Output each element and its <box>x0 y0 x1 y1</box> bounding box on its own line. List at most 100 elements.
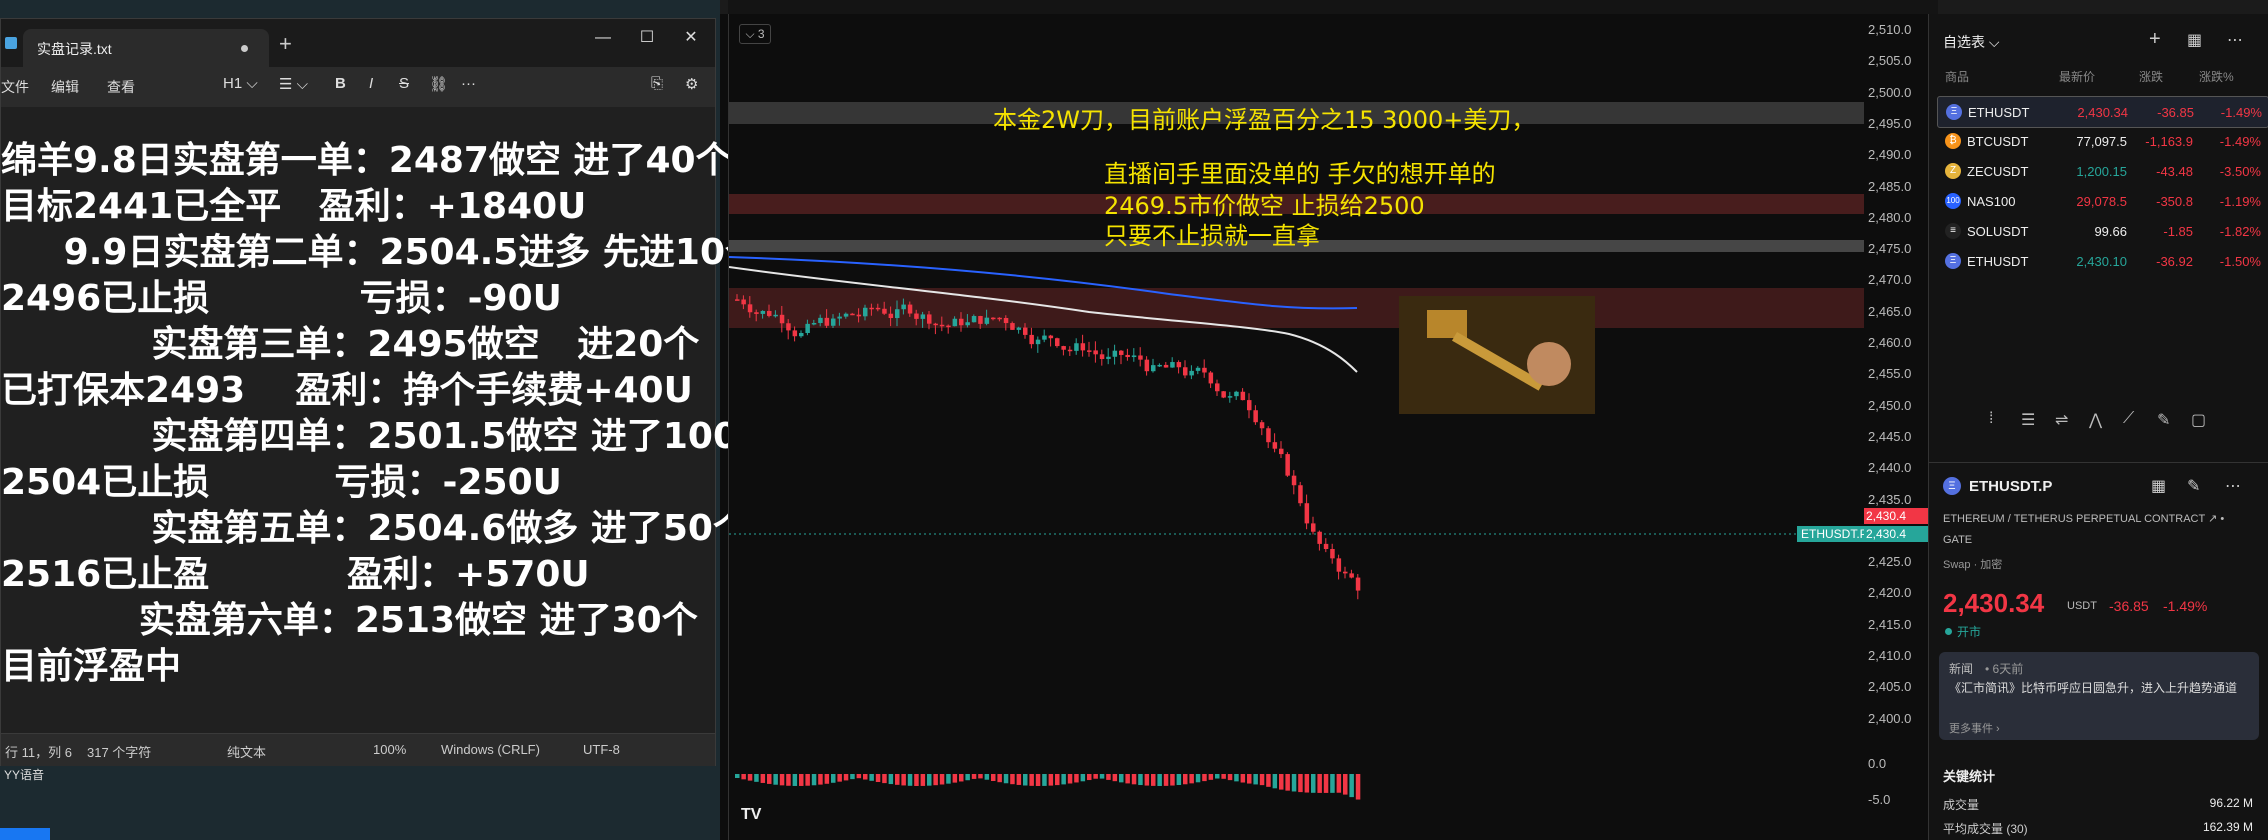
more-button[interactable]: ··· <box>461 75 476 92</box>
yy-voice-label[interactable]: YY语音 <box>4 766 44 783</box>
eth-icon: Ξ <box>1943 477 1961 495</box>
candle-body <box>1317 531 1322 544</box>
candle-body <box>1304 503 1310 524</box>
candle-body <box>754 312 759 314</box>
candle-body <box>760 310 766 314</box>
trendline-icon[interactable]: ⟋ <box>2123 410 2134 428</box>
candle-body <box>939 324 945 327</box>
more-options-icon[interactable]: ⋯ <box>2227 30 2243 50</box>
candle-body <box>1016 327 1022 330</box>
col-chg[interactable]: 涨跌 <box>2139 68 2163 85</box>
macd-bar <box>1279 774 1284 790</box>
candle-body <box>1080 343 1086 351</box>
share-icon[interactable]: ⎘ <box>651 75 663 92</box>
edit-icon[interactable]: ✎ <box>2187 476 2200 496</box>
candle-body <box>959 318 964 326</box>
candlestick-series <box>735 294 1361 600</box>
macd-bar <box>1227 774 1233 781</box>
fib-tool-icon[interactable]: ☰ <box>2021 410 2035 430</box>
new-tab-button[interactable]: + <box>279 31 292 57</box>
macd-bar <box>901 774 906 786</box>
strikethrough-button[interactable]: S <box>399 75 409 92</box>
minimize-button[interactable]: — <box>583 25 623 51</box>
candle-body <box>786 323 791 331</box>
row-chg: -43.48 <box>2156 164 2193 179</box>
row-pct: -1.50% <box>2219 254 2261 269</box>
maximize-button[interactable]: ☐ <box>627 25 667 51</box>
menu-edit[interactable]: 编辑 <box>51 77 79 97</box>
heading-dropdown[interactable]: H1 ⌵ <box>223 75 258 92</box>
watchlist-row[interactable]: 100 NAS100 29,078.5 -350.8 -1.19% <box>1937 186 2267 216</box>
macd-bar <box>1247 774 1252 784</box>
menu-view[interactable]: 查看 <box>107 77 135 97</box>
price-axis[interactable]: 2,510.0 2,505.0 2,500.0 2,495.0 2,490.0 2,485… <box>1864 14 1928 840</box>
interval-button[interactable]: ⌵ 3 <box>739 24 771 44</box>
macd-bar <box>831 774 836 783</box>
add-symbol-icon[interactable]: + <box>2149 28 2161 51</box>
candle-body <box>799 332 804 337</box>
pitchfork-icon[interactable]: ⇌ <box>2055 410 2068 430</box>
macd-bar <box>1029 774 1034 786</box>
brush-icon[interactable]: ✎ <box>2157 410 2170 430</box>
macd-bar <box>914 774 919 786</box>
candle-body <box>1227 396 1233 398</box>
news-card[interactable]: 新闻 • 6天前 《汇市简讯》比特币呼应日圆急升，进入上升趋势通道 更多事件 › <box>1939 652 2259 740</box>
tradingview-logo[interactable]: TV <box>741 806 761 824</box>
candle-body <box>1189 370 1194 376</box>
more-icon[interactable]: ⋯ <box>2225 476 2241 496</box>
watchlist-layout-icon[interactable]: ▦ <box>2187 30 2202 50</box>
zec-icon: Z <box>1945 163 1961 179</box>
detail-exchange[interactable]: GATE <box>1943 534 1972 546</box>
close-button[interactable]: ✕ <box>671 25 711 51</box>
watchlist-row[interactable]: Ξ ETHUSDT 2,430.34 -36.85 -1.49% <box>1937 96 2268 128</box>
drag-handle-icon[interactable]: ⁞ <box>1989 410 1993 428</box>
rectangle-icon[interactable]: ▢ <box>2191 410 2206 430</box>
candle-body <box>1023 327 1028 335</box>
eth-icon: Ξ <box>1945 253 1961 269</box>
watchlist-row[interactable]: ≡ SOLUSDT 99.66 -1.85 -1.82% <box>1937 216 2267 246</box>
watchlist-row[interactable]: Ξ ETHUSDT 2,430.10 -36.92 -1.50% <box>1937 246 2267 276</box>
macd-bar <box>939 774 945 785</box>
col-symbol[interactable]: 商品 <box>1945 68 1969 85</box>
notepad-text-area[interactable]: 绵羊9.8日实盘第一单：2487做空 进了40个 目标2441已全平 盈利：+1… <box>1 111 774 731</box>
candle-body <box>1343 571 1348 574</box>
watchlist-title[interactable]: 自选表 ⌵ <box>1943 32 2000 52</box>
settings-gear-icon[interactable]: ⚙ <box>685 75 698 93</box>
row-chg: -350.8 <box>2156 194 2193 209</box>
text-line-8: 2504已止损 亏损：-250U <box>1 462 562 503</box>
zoom-level[interactable]: 100% <box>373 742 406 757</box>
encoding[interactable]: UTF-8 <box>583 742 620 757</box>
notepad-tab[interactable]: 实盘记录.txt <box>23 29 269 67</box>
price-tick: 2,465.0 <box>1868 303 1912 319</box>
detail-symbol[interactable]: ETHUSDT.P <box>1969 478 2052 495</box>
text-line-7: 实盘第四单：2501.5做空 进了100个 <box>1 416 774 457</box>
bold-button[interactable]: B <box>335 75 346 92</box>
macd-bar <box>1112 774 1118 782</box>
candle-body <box>1035 339 1041 345</box>
watchlist-row[interactable]: Z ZECUSDT 1,200.15 -43.48 -3.50% <box>1937 156 2267 186</box>
line-ending[interactable]: Windows (CRLF) <box>441 742 540 757</box>
list-dropdown[interactable]: ☰ ⌵ <box>279 75 308 93</box>
watchlist-row[interactable]: ₿ BTCUSDT 77,097.5 -1,163.9 -1.49% <box>1937 126 2267 156</box>
col-pct[interactable]: 涨跌% <box>2199 68 2234 85</box>
news-headline[interactable]: 《汇市简讯》比特币呼应日圆急升，进入上升趋势通道 <box>1949 680 2249 696</box>
col-last[interactable]: 最新价 <box>2059 68 2095 85</box>
candle-body <box>1234 391 1239 397</box>
unsaved-dot-icon[interactable] <box>241 45 248 52</box>
price-chart[interactable]: ⌵ 3 本金2W刀，目前账户浮盈百分之15 3000+美刀， 直播间手里面没单的… <box>728 14 1872 840</box>
macd-bar <box>1035 774 1041 786</box>
row-pct: -1.49% <box>2219 134 2261 149</box>
grid-icon[interactable]: ▦ <box>2151 476 2166 496</box>
link-icon[interactable]: ⛓ <box>429 75 448 93</box>
macd-bar <box>1023 774 1028 786</box>
candle-body <box>843 313 849 317</box>
italic-button[interactable]: I <box>369 75 373 92</box>
candle-body <box>1119 350 1124 355</box>
pattern-icon[interactable]: ⋀ <box>2089 410 2102 430</box>
detail-price: 2,430.34 <box>1943 588 2045 618</box>
menu-file[interactable]: 文件 <box>1 77 29 97</box>
last-price-badge-green: 2,430.4 <box>1864 526 1928 542</box>
macd-bar <box>818 774 823 785</box>
annotation-line-4: 只要不止损就一直拿 <box>1104 222 1320 250</box>
more-events-link[interactable]: 更多事件 › <box>1949 720 2000 736</box>
